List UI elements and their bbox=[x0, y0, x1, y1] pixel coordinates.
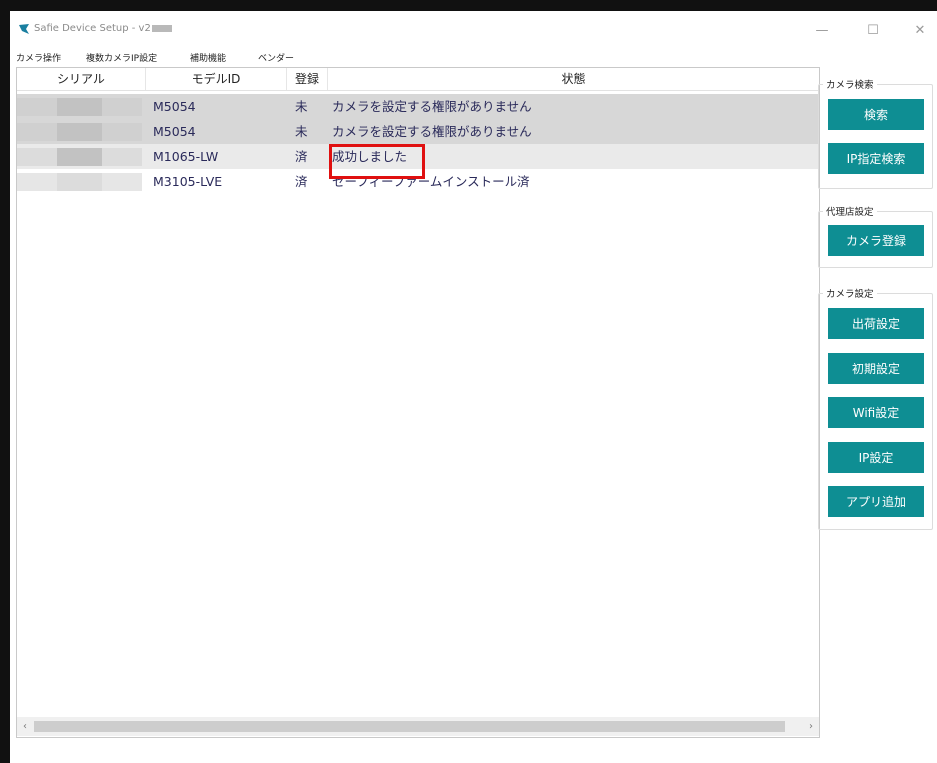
status-text: カメラを設定する権限がありません bbox=[332, 124, 532, 139]
table-row[interactable]: M5054 未 カメラを設定する権限がありません bbox=[17, 119, 819, 144]
camera-settings-group: カメラ設定 出荷設定 初期設定 Wifi設定 IP設定 アプリ追加 bbox=[818, 286, 933, 530]
add-app-button[interactable]: アプリ追加 bbox=[828, 486, 924, 517]
device-list[interactable]: シリアル モデルID 登録 状態 M5054 未 カメラを設定する権限がありませ… bbox=[16, 67, 820, 738]
column-header-model[interactable]: モデルID bbox=[146, 68, 286, 90]
menu-auxiliary[interactable]: 補助機能 bbox=[190, 51, 226, 64]
serial-redaction bbox=[102, 173, 142, 191]
group-title-agency: 代理店設定 bbox=[823, 204, 877, 218]
window-title: Safie Device Setup - v2 bbox=[34, 23, 172, 34]
safie-logo-icon bbox=[19, 24, 29, 34]
model-id: M5054 bbox=[153, 99, 196, 114]
menu-camera-operation[interactable]: カメラ操作 bbox=[16, 51, 61, 64]
app-window: Safie Device Setup - v2 — ☐ ✕ カメラ操作 複数カメ… bbox=[10, 11, 937, 763]
serial-redaction bbox=[17, 173, 57, 191]
wifi-settings-button[interactable]: Wifi設定 bbox=[828, 397, 924, 428]
ip-settings-button[interactable]: IP設定 bbox=[828, 442, 924, 473]
serial-redaction bbox=[102, 123, 142, 141]
minimize-button[interactable]: — bbox=[810, 19, 834, 41]
highlight-annotation bbox=[329, 144, 425, 179]
title-bar: Safie Device Setup - v2 — ☐ ✕ bbox=[10, 11, 937, 45]
version-redaction bbox=[151, 24, 172, 32]
serial-redaction bbox=[57, 123, 102, 141]
registered-status: 未 bbox=[295, 124, 308, 139]
camera-register-button[interactable]: カメラ登録 bbox=[828, 225, 924, 256]
search-button[interactable]: 検索 bbox=[828, 99, 924, 130]
initial-settings-button[interactable]: 初期設定 bbox=[828, 353, 924, 384]
menu-vendor[interactable]: ベンダー bbox=[258, 51, 294, 64]
column-header-status[interactable]: 状態 bbox=[328, 68, 819, 90]
list-header: シリアル モデルID 登録 状態 bbox=[17, 68, 819, 91]
serial-redaction bbox=[17, 148, 57, 166]
menu-bar: カメラ操作 複数カメラIP設定 補助機能 ベンダー bbox=[10, 49, 820, 69]
serial-redaction bbox=[57, 148, 102, 166]
model-id: M5054 bbox=[153, 124, 196, 139]
table-row[interactable]: M5054 未 カメラを設定する権限がありません bbox=[17, 94, 819, 119]
serial-redaction bbox=[102, 98, 142, 116]
scrollbar-thumb[interactable] bbox=[34, 721, 785, 732]
scroll-right-arrow-icon[interactable]: › bbox=[803, 717, 819, 736]
close-button[interactable]: ✕ bbox=[908, 19, 932, 41]
serial-redaction bbox=[17, 123, 57, 141]
menu-multi-camera-ip[interactable]: 複数カメラIP設定 bbox=[86, 51, 157, 64]
camera-search-group: カメラ検索 検索 IP指定検索 bbox=[818, 77, 933, 189]
ip-search-button[interactable]: IP指定検索 bbox=[828, 143, 924, 174]
registered-status: 済 bbox=[295, 174, 308, 189]
serial-redaction bbox=[57, 173, 102, 191]
horizontal-scrollbar[interactable]: ‹ › bbox=[17, 717, 819, 736]
screen-frame-top bbox=[0, 0, 937, 11]
serial-redaction bbox=[57, 98, 102, 116]
screen-frame-left bbox=[0, 0, 10, 763]
column-header-serial[interactable]: シリアル bbox=[17, 68, 145, 90]
scroll-left-arrow-icon[interactable]: ‹ bbox=[17, 717, 33, 736]
status-text: カメラを設定する権限がありません bbox=[332, 99, 532, 114]
agency-settings-group: 代理店設定 カメラ登録 bbox=[818, 204, 933, 268]
serial-redaction bbox=[17, 98, 57, 116]
registered-status: 済 bbox=[295, 149, 308, 164]
model-id: M1065-LW bbox=[153, 149, 219, 164]
shipping-settings-button[interactable]: 出荷設定 bbox=[828, 308, 924, 339]
model-id: M3105-LVE bbox=[153, 174, 223, 189]
column-header-registered[interactable]: 登録 bbox=[287, 68, 327, 90]
serial-redaction bbox=[102, 148, 142, 166]
group-title-camera-search: カメラ検索 bbox=[823, 77, 877, 91]
registered-status: 未 bbox=[295, 99, 308, 114]
group-title-camera-settings: カメラ設定 bbox=[823, 286, 877, 300]
maximize-button[interactable]: ☐ bbox=[861, 19, 885, 41]
